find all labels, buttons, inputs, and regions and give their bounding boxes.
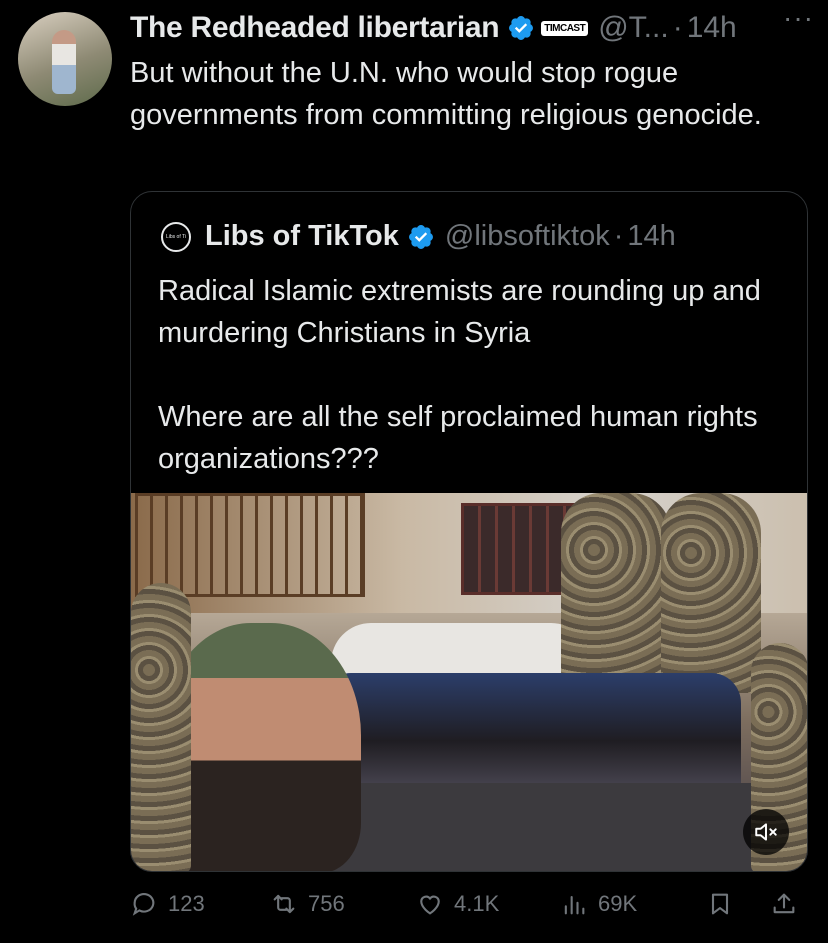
like-count: 4.1K bbox=[454, 891, 500, 916]
video-frame-person bbox=[131, 583, 191, 871]
tweet-header: The Redheaded libertarian TIMCAST @T... … bbox=[130, 8, 814, 48]
verified-icon bbox=[408, 224, 433, 249]
repost-count: 756 bbox=[308, 891, 345, 916]
reply-count: 123 bbox=[168, 891, 205, 916]
like-icon bbox=[420, 895, 440, 915]
quoted-handle[interactable]: @libsoftiktok bbox=[445, 220, 610, 253]
bookmark-button[interactable] bbox=[706, 890, 734, 918]
bookmark-icon bbox=[711, 893, 729, 915]
separator-dot: · bbox=[613, 220, 624, 252]
quoted-text: Radical Islamic extremists are rounding … bbox=[158, 275, 761, 475]
video-frame-soldier bbox=[661, 493, 761, 693]
author-avatar[interactable] bbox=[18, 12, 112, 106]
quoted-avatar-text: Libs of TikTok bbox=[166, 233, 186, 240]
reply-icon bbox=[132, 893, 155, 916]
reply-button[interactable]: 123 bbox=[130, 890, 205, 918]
tweet-time[interactable]: 14h bbox=[687, 11, 737, 45]
views-count: 69K bbox=[598, 891, 638, 916]
repost-icon bbox=[273, 894, 295, 914]
repost-button[interactable]: 756 bbox=[270, 890, 345, 918]
share-icon bbox=[773, 893, 795, 914]
video-frame-soldier bbox=[561, 493, 671, 683]
views-icon bbox=[564, 895, 585, 915]
quoted-tweet[interactable]: Libs of TikTok Libs of TikTok @libsoftik… bbox=[130, 191, 808, 872]
more-icon[interactable]: ··· bbox=[783, 2, 814, 34]
views-button[interactable]: 69K bbox=[560, 890, 637, 918]
video-frame-truck bbox=[301, 783, 807, 871]
action-bar: 123 756 4.1K 69K bbox=[130, 890, 810, 930]
share-button[interactable] bbox=[770, 890, 798, 918]
quoted-time[interactable]: 14h bbox=[627, 220, 675, 253]
video-frame-person bbox=[161, 623, 361, 871]
video-frame-window bbox=[135, 493, 365, 597]
like-button[interactable]: 4.1K bbox=[416, 890, 499, 918]
author-name[interactable]: The Redheaded libertarian bbox=[130, 11, 500, 45]
video-player[interactable] bbox=[131, 493, 807, 871]
mute-icon[interactable] bbox=[743, 809, 789, 855]
tweet-text: But without the U.N. who would stop rogu… bbox=[130, 57, 762, 131]
author-handle[interactable]: @T... bbox=[598, 11, 668, 45]
quoted-author-name[interactable]: Libs of TikTok bbox=[205, 220, 399, 253]
quoted-header: Libs of TikTok Libs of TikTok @libsoftik… bbox=[161, 220, 676, 253]
mute-icon-glyph bbox=[755, 823, 777, 841]
separator-dot: · bbox=[672, 11, 683, 44]
affiliate-badge[interactable]: TIMCAST bbox=[541, 20, 589, 36]
quoted-avatar[interactable]: Libs of TikTok bbox=[161, 221, 191, 252]
verified-icon bbox=[509, 16, 534, 40]
